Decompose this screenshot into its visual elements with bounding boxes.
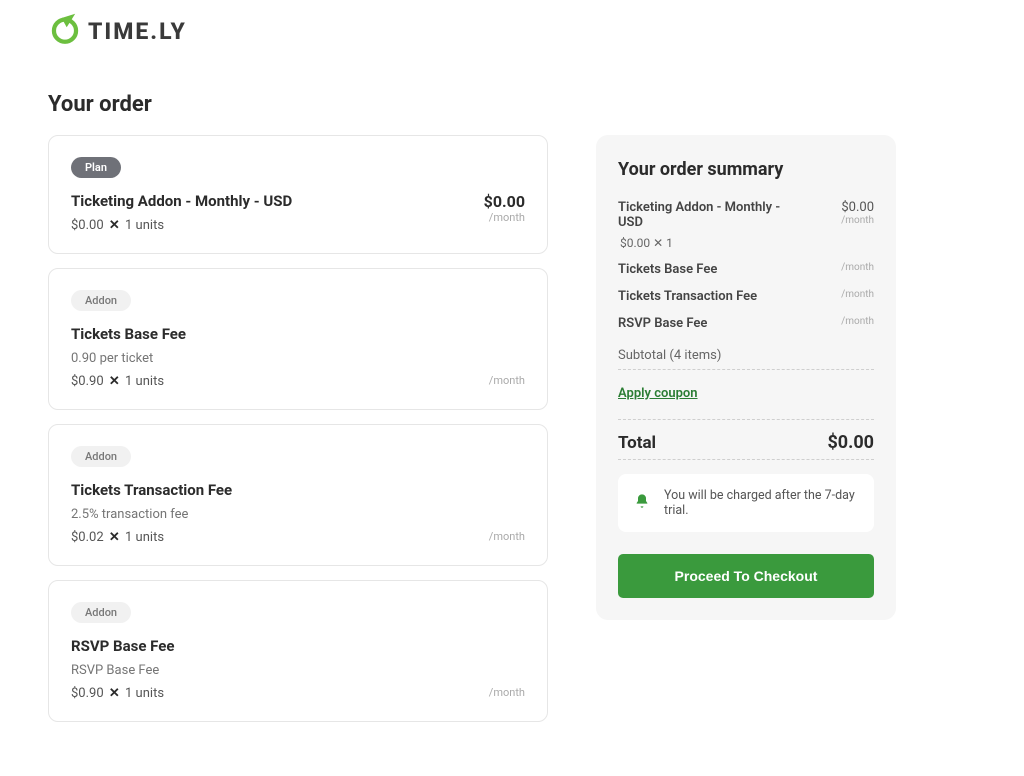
order-card-addon: Addon Tickets Base Fee 0.90 per ticket $… (48, 268, 548, 410)
plan-badge: Plan (71, 157, 121, 178)
order-item-title: Ticketing Addon - Monthly - USD (71, 192, 292, 210)
brand-logo: TIME.LY (48, 12, 976, 50)
divider (618, 369, 874, 370)
order-items-list: Plan Ticketing Addon - Monthly - USD $0.… (48, 135, 548, 736)
trial-notice-text: You will be charged after the 7-day tria… (664, 488, 858, 518)
summary-line-name: RSVP Base Fee (618, 316, 707, 331)
summary-line-name: Ticketing Addon - Monthly - USD (618, 200, 788, 230)
order-item-price: $0.00 (484, 192, 525, 211)
order-item-desc: 2.5% transaction fee (71, 507, 525, 522)
order-item-period: /month (489, 686, 525, 699)
order-item-period: /month (489, 530, 525, 543)
summary-subtotal: Subtotal (4 items) (618, 343, 874, 363)
times-icon: ✕ (109, 530, 120, 545)
summary-line-period: /month (841, 289, 874, 300)
brand-logo-mark (48, 12, 82, 50)
summary-line-period: /month (841, 215, 874, 226)
times-icon: ✕ (109, 374, 120, 389)
times-icon: ✕ (109, 218, 120, 233)
addon-badge: Addon (71, 290, 131, 311)
times-icon: ✕ (109, 686, 120, 701)
summary-line: RSVP Base Fee /month (618, 316, 874, 331)
total-amount: $0.00 (827, 432, 874, 453)
order-item-units: $0.02 ✕ 1 units (71, 530, 164, 545)
order-item-title: Tickets Transaction Fee (71, 481, 525, 499)
divider (618, 459, 874, 460)
summary-title: Your order summary (618, 159, 874, 180)
summary-line-name: Tickets Transaction Fee (618, 289, 757, 304)
order-item-desc: 0.90 per ticket (71, 351, 525, 366)
order-card-plan: Plan Ticketing Addon - Monthly - USD $0.… (48, 135, 548, 254)
order-item-units: $0.00 ✕ 1 units (71, 218, 292, 233)
total-label: Total (618, 433, 656, 453)
apply-coupon-link[interactable]: Apply coupon (618, 386, 698, 401)
order-summary: Your order summary Ticketing Addon - Mon… (596, 135, 896, 620)
order-item-title: Tickets Base Fee (71, 325, 525, 343)
summary-line-period: /month (841, 316, 874, 327)
order-item-period: /month (489, 374, 525, 387)
summary-line: Tickets Transaction Fee /month (618, 289, 874, 304)
order-item-title: RSVP Base Fee (71, 637, 525, 655)
bell-icon (634, 493, 650, 513)
summary-line: Ticketing Addon - Monthly - USD $0.00 /m… (618, 200, 874, 230)
order-item-desc: RSVP Base Fee (71, 663, 525, 678)
addon-badge: Addon (71, 602, 131, 623)
order-item-units: $0.90 ✕ 1 units (71, 374, 164, 389)
page-title: Your order (48, 92, 976, 117)
summary-line-price: $0.00 (841, 200, 874, 215)
divider (618, 419, 874, 420)
summary-line-period: /month (841, 262, 874, 273)
order-card-addon: Addon RSVP Base Fee RSVP Base Fee $0.90 … (48, 580, 548, 722)
summary-line-name: Tickets Base Fee (618, 262, 717, 277)
order-item-period: /month (484, 211, 525, 224)
order-card-addon: Addon Tickets Transaction Fee 2.5% trans… (48, 424, 548, 566)
order-item-units: $0.90 ✕ 1 units (71, 686, 164, 701)
brand-logo-text: TIME.LY (88, 18, 187, 45)
proceed-to-checkout-button[interactable]: Proceed To Checkout (618, 554, 874, 598)
trial-notice: You will be charged after the 7-day tria… (618, 474, 874, 532)
summary-line-units: $0.00 ✕ 1 (620, 236, 874, 250)
summary-line: Tickets Base Fee /month (618, 262, 874, 277)
addon-badge: Addon (71, 446, 131, 467)
